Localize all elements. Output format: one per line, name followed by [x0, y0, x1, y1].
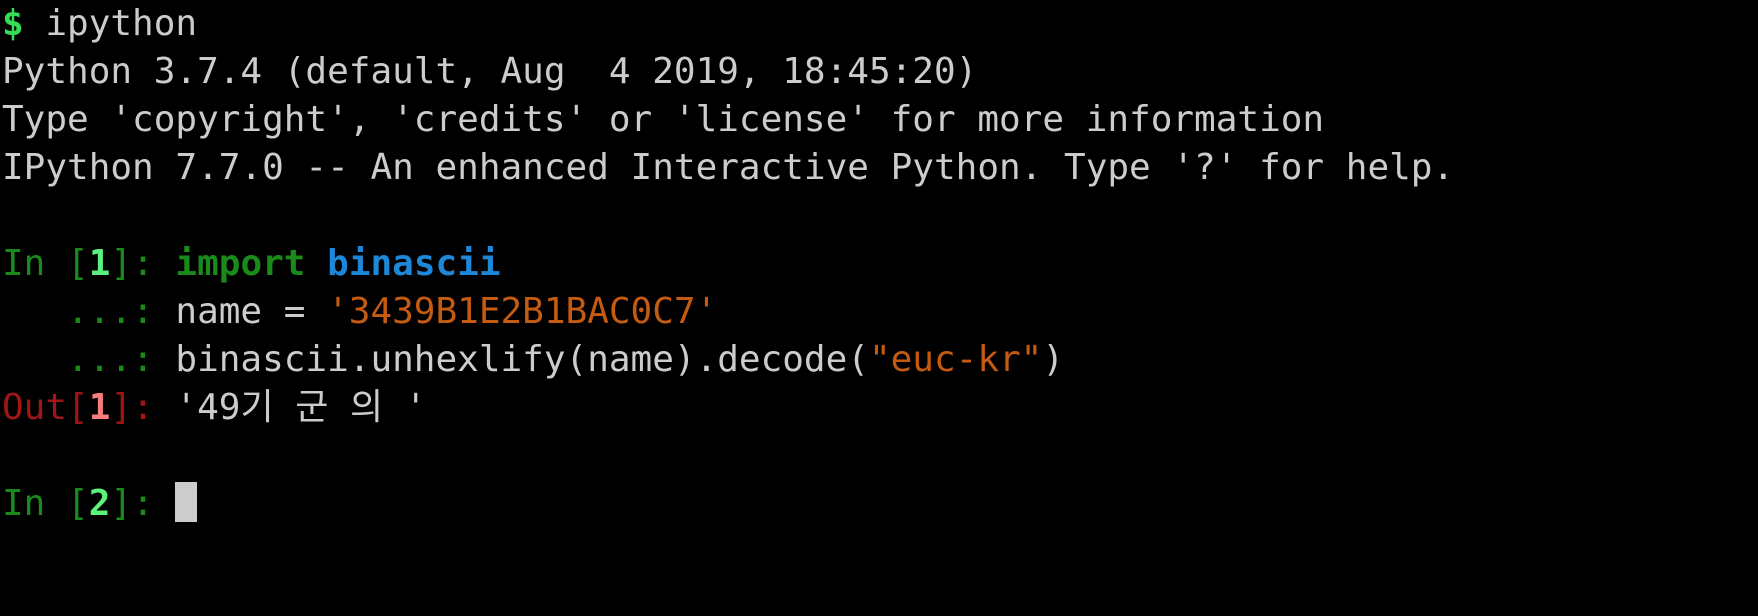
- banner-python-version-line: Python 3.7.4 (default, Aug 4 2019, 18:45…: [0, 48, 1758, 96]
- output-cell-1-line: Out[1]: '49기 군 의 ': [0, 384, 1758, 432]
- in-prompt-prefix: In [: [2, 483, 89, 524]
- in-prompt-prefix: In [: [2, 243, 89, 284]
- shell-command-text: ipython: [23, 3, 198, 44]
- in-prompt-suffix: ]:: [110, 483, 176, 524]
- out-prompt-number: 1: [88, 387, 111, 428]
- copyright-hint-text: Type 'copyright', 'credits' or 'license'…: [2, 99, 1325, 140]
- ipython-version-text: IPython 7.7.0 -- An enhanced Interactive…: [2, 147, 1455, 188]
- continuation-prompt: ...:: [2, 291, 176, 332]
- input-cell-1-line-2[interactable]: ...: name = '3439B1E2B1BAC0C7': [0, 288, 1758, 336]
- in-prompt-number: 2: [88, 483, 111, 524]
- shell-prompt-line: $ ipython: [0, 0, 1758, 48]
- python-keyword-import: import: [175, 243, 306, 284]
- output-value-text: '49기 군 의 ': [175, 387, 427, 428]
- banner-copyright-hint-line: Type 'copyright', 'credits' or 'license'…: [0, 96, 1758, 144]
- in-prompt-number: 1: [88, 243, 111, 284]
- input-cell-2-line[interactable]: In [2]:: [0, 480, 1758, 528]
- code-call-prefix: binascii.unhexlify(name).decode(: [175, 339, 869, 380]
- hex-string-literal: '3439B1E2B1BAC0C7': [327, 291, 718, 332]
- code-call-suffix: ): [1042, 339, 1065, 380]
- text-cursor[interactable]: [175, 482, 198, 522]
- input-cell-1-line-1[interactable]: In [1]: import binascii: [0, 240, 1758, 288]
- code-assignment-text: name =: [175, 291, 328, 332]
- python-version-text: Python 3.7.4 (default, Aug 4 2019, 18:45…: [2, 51, 978, 92]
- banner-ipython-version-line: IPython 7.7.0 -- An enhanced Interactive…: [0, 144, 1758, 192]
- in-prompt-suffix: ]:: [110, 243, 176, 284]
- encoding-string-literal: "euc-kr": [868, 339, 1043, 380]
- python-module-binascii: binascii: [327, 243, 501, 284]
- out-prompt-prefix: Out[: [2, 387, 89, 428]
- input-cell-1-line-3[interactable]: ...: binascii.unhexlify(name).decode("eu…: [0, 336, 1758, 384]
- shell-dollar-prompt: $: [2, 3, 24, 44]
- continuation-prompt: ...:: [2, 339, 176, 380]
- out-prompt-suffix: ]:: [110, 387, 176, 428]
- terminal-window[interactable]: $ ipython Python 3.7.4 (default, Aug 4 2…: [0, 0, 1758, 616]
